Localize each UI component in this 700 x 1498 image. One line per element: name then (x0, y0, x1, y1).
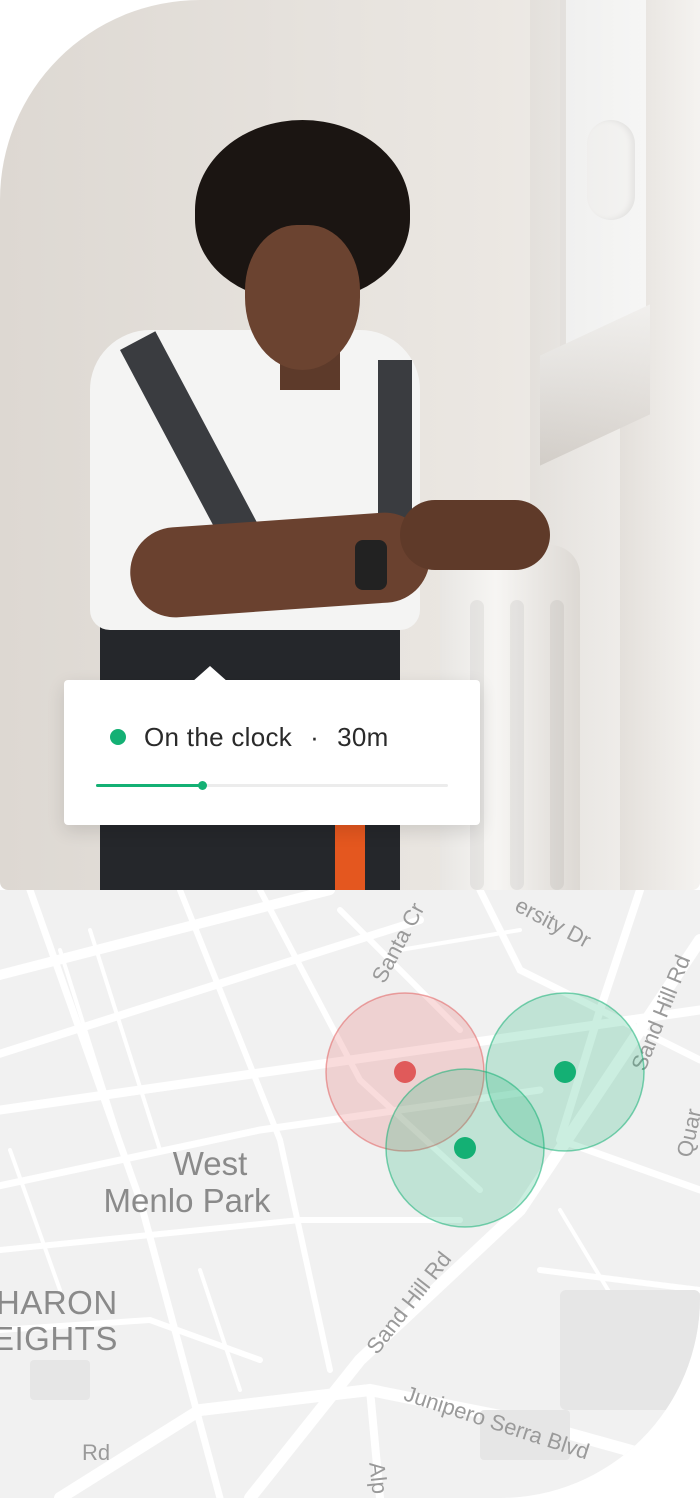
status-duration: 30m (337, 721, 389, 752)
road-label-rd: Rd (82, 1440, 111, 1465)
clock-status-card: On the clock · 30m (64, 666, 480, 825)
place-label-haron: HARON (0, 1284, 118, 1321)
overalls-trim (335, 825, 365, 890)
status-separator: · (310, 721, 320, 752)
status-label: On the clock (144, 721, 293, 752)
radiator-rib (510, 600, 524, 890)
place-label-menlo-park: Menlo Park (103, 1182, 271, 1219)
green-location-dot[interactable] (454, 1137, 476, 1159)
geofence-green-zone-right[interactable] (485, 992, 645, 1152)
popup-caret (192, 666, 228, 682)
face (245, 225, 360, 370)
red-location-dot[interactable] (394, 1061, 416, 1083)
radiator-rib (550, 600, 564, 890)
place-label-eights: EIGHTS (0, 1320, 118, 1357)
progress-knob (197, 781, 207, 790)
place-label-west: West (172, 1145, 248, 1182)
shift-progress-bar (96, 781, 448, 790)
progress-fill (96, 784, 202, 787)
map-view[interactable]: West Menlo Park HARON EIGHTS Santa Cr er… (0, 890, 700, 1498)
status-dot-icon (110, 729, 126, 745)
road-label-alp: Alp (364, 1460, 393, 1496)
status-row: On the clock · 30m (110, 720, 389, 754)
wristwatch (355, 540, 387, 590)
hand (400, 500, 550, 570)
green-location-dot[interactable] (554, 1061, 576, 1083)
